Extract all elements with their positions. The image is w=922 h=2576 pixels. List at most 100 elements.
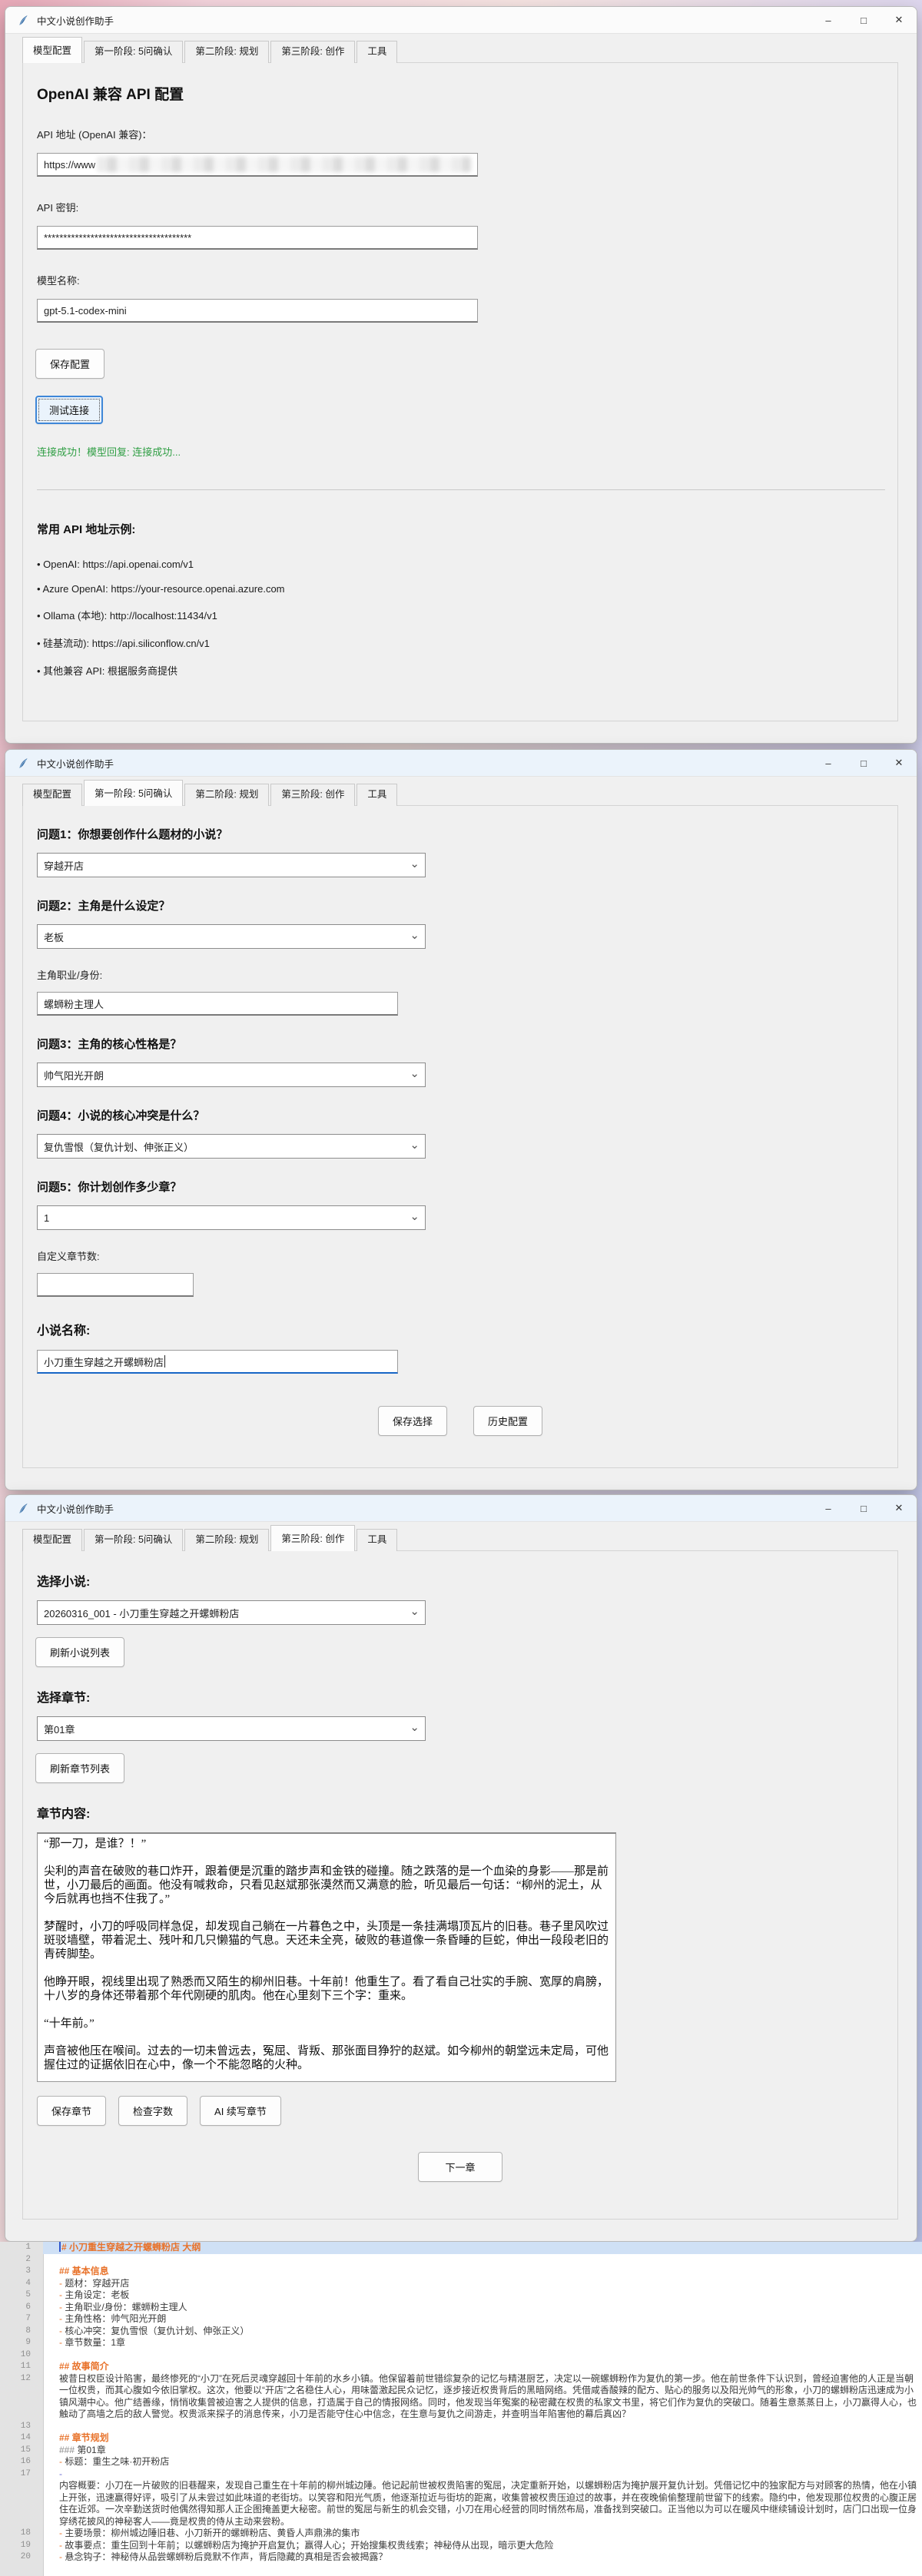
tab-1[interactable]: 第一阶段: 5问确认 [84, 41, 183, 63]
line-text: 内容概要：小刀在一片破败的旧巷醒来，发现自己重生在十年前的柳州城边陲。他记起前世… [43, 2480, 922, 2528]
maximize-button[interactable]: □ [846, 750, 881, 776]
chevron-down-icon: ⌄ [410, 928, 420, 942]
minimize-button[interactable]: – [811, 750, 846, 776]
tab-4[interactable]: 工具 [357, 41, 397, 63]
chapter-combobox[interactable]: 第01章 ⌄ [37, 1716, 426, 1741]
custom-chapter-count-label: 自定义章节数: [37, 1248, 885, 1263]
question3-label: 问题3：主角的核心性格是？ [37, 1036, 885, 1052]
line-text: ## 基本信息 [43, 2266, 922, 2278]
model-name-value: gpt-5.1-codex-mini [44, 305, 127, 317]
ai-continue-button[interactable]: AI 续写章节 [200, 2096, 281, 2126]
tab-3[interactable]: 第三阶段: 创作 [270, 784, 355, 806]
editor-line: 3## 基本信息 [0, 2266, 922, 2278]
chevron-down-icon: ⌄ [410, 1066, 420, 1080]
line-text: - [43, 2468, 922, 2481]
editor-line: 11## 故事简介 [0, 2361, 922, 2373]
chevron-down-icon: ⌄ [410, 1209, 420, 1223]
refresh-novel-list-button[interactable]: 刷新小说列表 [35, 1637, 124, 1667]
question3-value: 帅气阳光开朗 [44, 1068, 104, 1082]
tab-4[interactable]: 工具 [357, 1529, 397, 1551]
app-feather-icon [18, 758, 29, 769]
chevron-down-icon: ⌄ [410, 1604, 420, 1618]
line-number: 15 [0, 2445, 43, 2457]
tab-0[interactable]: 模型配置 [22, 784, 82, 806]
titlebar: 中文小说创作助手 – □ ✕ [5, 7, 917, 34]
line-text: - 主角性格：帅气阳光开朗 [43, 2313, 922, 2326]
chapter-content-textarea[interactable]: “那一刀，是谁？！” 尖利的声音在破败的巷口炸开，跟着便是沉重的踏步声和金铁的碰… [37, 1832, 616, 2082]
tab-3[interactable]: 第三阶段: 创作 [270, 41, 355, 63]
editor-line: 5- 主角设定：老板 [0, 2289, 922, 2302]
test-connection-button[interactable]: 测试连接 [35, 396, 103, 424]
maximize-button[interactable]: □ [846, 7, 881, 33]
tab-2[interactable]: 第二阶段: 规划 [184, 41, 269, 63]
question1-combobox[interactable]: 穿越开店 ⌄ [37, 853, 426, 877]
line-text [43, 2421, 922, 2433]
outline-editor[interactable]: 1# 小刀重生穿越之开螺蛳粉店 大纲23## 基本信息4- 题材：穿越开店5- … [0, 2242, 922, 2576]
tab-3[interactable]: 第三阶段: 创作 [270, 1525, 355, 1551]
editor-line: 14## 章节规划 [0, 2432, 922, 2445]
question3-combobox[interactable]: 帅气阳光开朗 ⌄ [37, 1063, 426, 1087]
line-text: - 标题：重生之味·初开粉店 [43, 2456, 922, 2468]
line-text: - 核心冲突：复仇雪恨（复仇计划、伸张正义） [43, 2326, 922, 2338]
tab-2[interactable]: 第二阶段: 规划 [184, 1529, 269, 1551]
occupation-value: 螺蛳粉主理人 [44, 996, 104, 1011]
check-word-count-button[interactable]: 检查字数 [118, 2096, 187, 2126]
question2-combobox[interactable]: 老板 ⌄ [37, 924, 426, 949]
question4-combobox[interactable]: 复仇雪恨（复仇计划、伸张正义） ⌄ [37, 1134, 426, 1159]
model-name-label: 模型名称: [37, 273, 885, 287]
api-example-item: 硅基流动): https://api.siliconflow.cn/v1 [37, 635, 885, 650]
tab-0[interactable]: 模型配置 [22, 37, 82, 63]
editor-line: 10 [0, 2349, 922, 2362]
line-text: - 题材：穿越开店 [43, 2278, 922, 2290]
app-feather-icon [18, 15, 29, 26]
tabstrip: 模型配置第一阶段: 5问确认第二阶段: 规划第三阶段: 创作工具 [22, 1526, 898, 1551]
save-chapter-button[interactable]: 保存章节 [37, 2096, 106, 2126]
line-text: ### 第01章 [43, 2445, 922, 2457]
close-button[interactable]: ✕ [881, 750, 917, 776]
tab-4[interactable]: 工具 [357, 784, 397, 806]
occupation-input[interactable]: 螺蛳粉主理人 [37, 992, 398, 1016]
question5-combobox[interactable]: 1 ⌄ [37, 1205, 426, 1230]
novel-selected-value: 20260316_001 - 小刀重生穿越之开螺蛳粉店 [44, 1606, 239, 1620]
custom-chapter-count-input[interactable] [37, 1273, 194, 1297]
api-key-value: ************************************** [44, 232, 191, 244]
maximize-button[interactable]: □ [846, 1495, 881, 1521]
editor-line: 19- 故事要点：重生回到十年前；以螺蛳粉店为掩护开启复仇；赢得人心；开始搜集权… [0, 2540, 922, 2552]
tab-2[interactable]: 第二阶段: 规划 [184, 784, 269, 806]
save-config-button[interactable]: 保存配置 [35, 349, 104, 379]
save-selection-button[interactable]: 保存选择 [378, 1406, 447, 1436]
line-number: 1 [0, 2242, 43, 2254]
line-number: 3 [0, 2266, 43, 2278]
text-caret [164, 1355, 165, 1368]
novel-name-input[interactable]: 小刀重生穿越之开螺蛳粉店 [37, 1350, 398, 1374]
refresh-chapter-list-button[interactable]: 刷新章节列表 [35, 1753, 124, 1783]
tab-0[interactable]: 模型配置 [22, 1529, 82, 1551]
titlebar: 中文小说创作助手 – □ ✕ [5, 750, 917, 777]
tab-1[interactable]: 第一阶段: 5问确认 [84, 1529, 183, 1551]
window-title: 中文小说创作助手 [37, 756, 811, 771]
editor-line: 20- 悬念钩子：神秘侍从品尝螺蛳粉后竟默不作声，背后隐藏的真相是否会被揭露？ [0, 2551, 922, 2564]
editor-line: 6- 主角职业/身份：螺蛳粉主理人 [0, 2302, 922, 2314]
api-url-label: API 地址 (OpenAI 兼容)： [37, 127, 885, 141]
history-config-button[interactable]: 历史配置 [473, 1406, 542, 1436]
tab-1[interactable]: 第一阶段: 5问确认 [84, 780, 183, 806]
close-button[interactable]: ✕ [881, 7, 917, 33]
api-example-item: Ollama (本地): http://localhost:11434/v1 [37, 608, 885, 622]
novel-combobox[interactable]: 20260316_001 - 小刀重生穿越之开螺蛳粉店 ⌄ [37, 1600, 426, 1625]
close-button[interactable]: ✕ [881, 1495, 917, 1521]
api-url-input[interactable]: https://www [37, 153, 478, 177]
novel-name-label: 小说名称: [37, 1320, 885, 1338]
editor-line: 2 [0, 2254, 922, 2266]
model-name-input[interactable]: gpt-5.1-codex-mini [37, 299, 478, 323]
question4-value: 复仇雪恨（复仇计划、伸张正义） [44, 1139, 194, 1154]
minimize-button[interactable]: – [811, 1495, 846, 1521]
api-key-input[interactable]: ************************************** [37, 226, 478, 250]
line-number: 18 [0, 2528, 43, 2540]
line-text: # 小刀重生穿越之开螺蛳粉店 大纲 [43, 2242, 922, 2254]
line-number: 19 [0, 2540, 43, 2552]
line-text: ## 章节规划 [43, 2432, 922, 2445]
minimize-button[interactable]: – [811, 7, 846, 33]
next-chapter-button[interactable]: 下一章 [418, 2152, 502, 2182]
tabstrip: 模型配置第一阶段: 5问确认第二阶段: 规划第三阶段: 创作工具 [22, 38, 898, 63]
line-number: 10 [0, 2349, 43, 2362]
